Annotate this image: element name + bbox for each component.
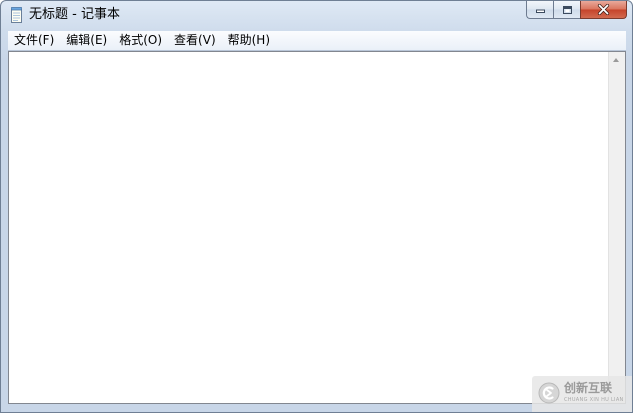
scroll-up-arrow-icon[interactable] [613, 58, 619, 62]
menu-view[interactable]: 查看(V) [168, 31, 222, 50]
caption-buttons [526, 1, 627, 20]
title-bar[interactable]: 无标题 - 记事本 [1, 1, 632, 29]
close-button[interactable] [580, 1, 627, 19]
editor-frame [8, 51, 626, 404]
menu-format[interactable]: 格式(O) [113, 31, 168, 50]
menu-bar: 文件(F) 编辑(E) 格式(O) 查看(V) 帮助(H) [8, 31, 626, 51]
notepad-window: 无标题 - 记事本 文件(F) 编辑(E) 格式(O) 查看(V) 帮助(H) … [0, 0, 633, 413]
notepad-icon [11, 7, 22, 23]
watermark-logo-icon [538, 382, 560, 404]
watermark-text: 创新互联 [564, 381, 613, 395]
minimize-button[interactable] [526, 1, 553, 19]
menu-edit[interactable]: 编辑(E) [60, 31, 113, 50]
close-icon [597, 4, 610, 15]
vertical-scrollbar[interactable] [608, 52, 625, 403]
menu-help[interactable]: 帮助(H) [222, 31, 276, 50]
minimize-icon [535, 9, 545, 13]
text-editor[interactable] [9, 52, 608, 403]
watermark: 创新互联 CHUANG XIN HU LIAN [532, 376, 632, 412]
menu-file[interactable]: 文件(F) [8, 31, 60, 50]
window-title: 无标题 - 记事本 [29, 7, 120, 22]
maximize-icon [562, 5, 572, 14]
watermark-subtext: CHUANG XIN HU LIAN [564, 397, 624, 403]
maximize-button[interactable] [553, 1, 580, 19]
